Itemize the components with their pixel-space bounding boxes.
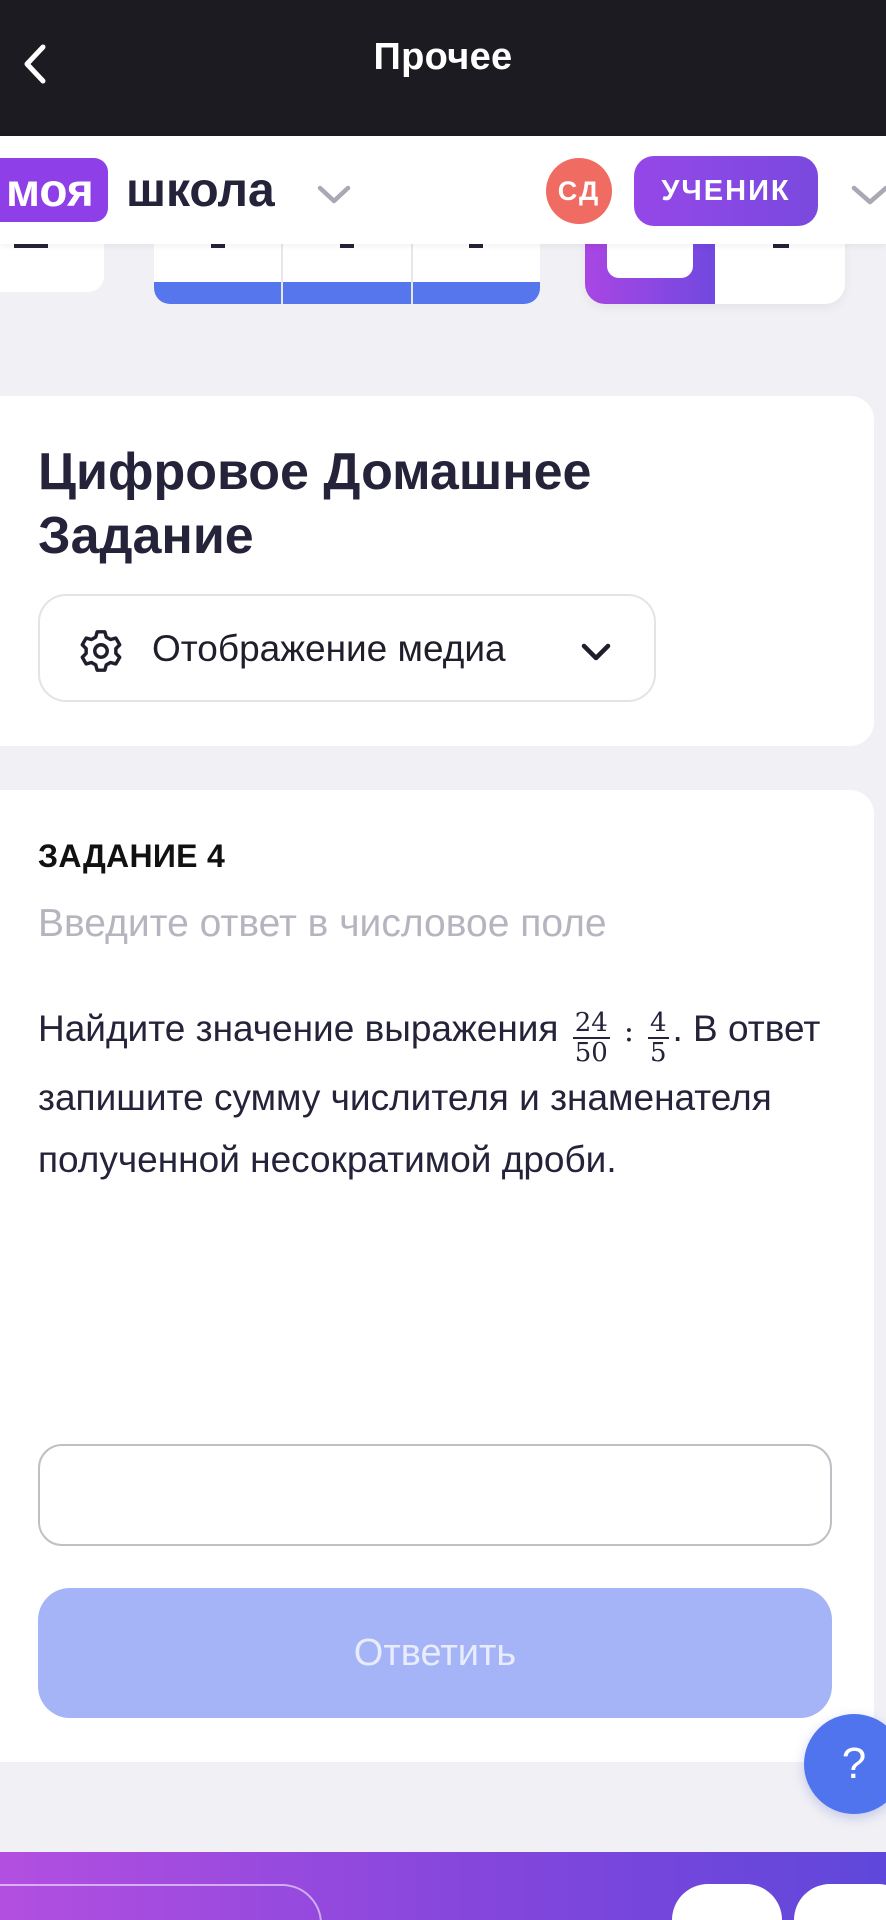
week-widget-mark	[773, 244, 789, 248]
media-display-label: Отображение медиа	[152, 628, 506, 669]
day-cell[interactable]	[283, 236, 413, 304]
bottom-outline-button[interactable]	[0, 1884, 322, 1920]
menu-icon	[14, 244, 48, 248]
task-number: ЗАДАНИЕ 4	[38, 838, 226, 874]
chevron-down-icon[interactable]	[848, 174, 886, 214]
week-widget[interactable]	[585, 236, 845, 304]
day-strip[interactable]	[154, 236, 540, 304]
day-cell[interactable]	[412, 236, 540, 304]
submit-answer-button[interactable]: Ответить	[38, 1588, 832, 1718]
division-operator: :	[623, 1014, 634, 1049]
media-display-dropdown[interactable]: Отображение медиа	[38, 594, 656, 702]
day-cell[interactable]	[154, 236, 284, 304]
bottom-pill-button[interactable]	[672, 1884, 782, 1920]
gear-icon	[80, 630, 122, 672]
role-badge[interactable]: УЧЕНИК	[634, 156, 818, 226]
logo-shkola[interactable]: школа	[126, 158, 275, 222]
fraction-1-denominator: 50	[574, 1038, 608, 1068]
task-text-before: Найдите значение выражения	[38, 1008, 559, 1049]
avatar[interactable]: СД	[546, 158, 612, 224]
task-text: Найдите значение выражения 24 50:4 5. В от…	[38, 998, 838, 1191]
fraction-1: 24 50	[572, 1008, 610, 1068]
chevron-down-icon[interactable]	[314, 174, 354, 214]
page-title: Прочее	[373, 36, 513, 78]
task-card: ЗАДАНИЕ 4 Введите ответ в числовое поле …	[0, 790, 874, 1762]
bottom-pill-button[interactable]	[794, 1884, 886, 1920]
fraction-2-numerator: 4	[647, 1008, 669, 1039]
fraction-2: 45	[647, 1008, 669, 1068]
chevron-down-icon	[581, 643, 611, 661]
homework-card: Цифровое Домашнее Задание Отображение ме…	[0, 396, 874, 746]
fraction-1-numerator: 24	[572, 1008, 610, 1039]
bottom-bar	[0, 1852, 886, 1920]
homework-title: Цифровое Домашнее Задание	[38, 443, 592, 565]
fraction-2-denominator: 5	[649, 1038, 667, 1068]
logo-moya[interactable]: моя	[0, 158, 108, 222]
answer-number-input[interactable]	[38, 1444, 832, 1546]
brand-header: моя школа СД УЧЕНИК	[0, 136, 886, 244]
menu-tile[interactable]	[0, 236, 104, 292]
top-nav-bar: Прочее	[0, 0, 886, 136]
task-hint: Введите ответ в числовое поле	[38, 902, 607, 945]
